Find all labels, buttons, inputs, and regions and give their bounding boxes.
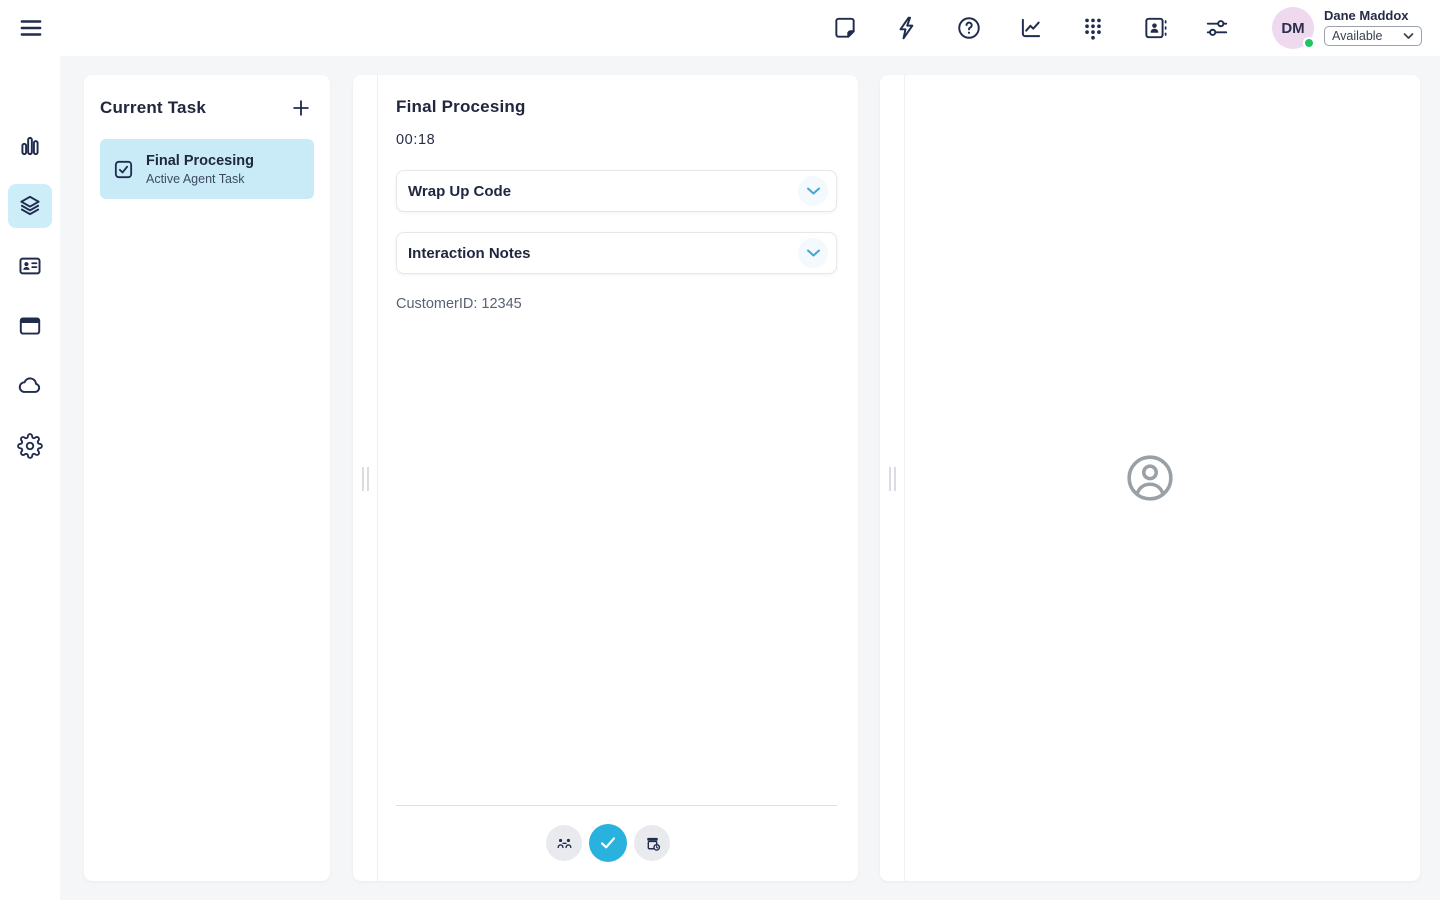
task-card-title: Final Procesing [146,152,254,170]
topbar: DM Dane Maddox Available [0,0,1440,56]
task-card-subtitle: Active Agent Task [146,172,254,186]
bar-chart-icon[interactable] [8,124,52,168]
performance-icon[interactable] [1018,15,1044,41]
work-panel: Final Procesing 00:18 Wrap Up Code Inter… [353,75,858,881]
resize-handle[interactable] [889,467,896,491]
dialpad-icon[interactable] [1080,15,1106,41]
presence-dot [1303,37,1315,49]
chevron-down-icon [1403,32,1414,40]
action-row [379,824,837,862]
wrap-up-code-accordion[interactable]: Wrap Up Code [396,170,837,212]
complete-check-icon[interactable] [589,824,627,862]
avatar-initials: DM [1281,20,1304,37]
detail-panel-gutter [880,75,905,881]
park-box-icon[interactable] [634,825,670,861]
work-panel-title: Final Procesing [396,97,526,117]
topbar-icons [832,0,1230,56]
task-timer: 00:18 [396,132,435,148]
nav-rail [0,56,60,900]
chevron-down-icon [798,238,828,268]
gear-icon[interactable] [8,424,52,468]
current-task-title: Current Task [100,98,206,118]
wrap-up-code-label: Wrap Up Code [408,183,511,200]
interaction-notes-label: Interaction Notes [408,245,531,262]
contact-card-icon[interactable] [8,244,52,288]
lightning-icon[interactable] [894,15,920,41]
current-task-panel: Current Task Final Procesing Active Agen… [84,75,330,881]
customer-id-text: CustomerID: 12345 [396,296,522,312]
status-dropdown[interactable]: Available [1324,26,1422,46]
task-checkbox-icon [112,158,135,181]
interaction-notes-accordion[interactable]: Interaction Notes [396,232,837,274]
resize-handle[interactable] [362,467,369,491]
hamburger-menu-icon[interactable] [18,15,44,41]
status-value: Available [1332,29,1383,43]
user-area: DM Dane Maddox Available [1272,5,1422,49]
person-circle-icon [1125,453,1175,503]
actions-divider [396,805,837,806]
task-list-item[interactable]: Final Procesing Active Agent Task [100,139,314,199]
avatar[interactable]: DM [1272,7,1314,49]
note-icon[interactable] [832,15,858,41]
cloud-icon[interactable] [8,364,52,408]
customer-detail-panel [880,75,1420,881]
sliders-icon[interactable] [1204,15,1230,41]
user-name: Dane Maddox [1324,8,1422,23]
contacts-icon[interactable] [1142,15,1168,41]
work-panel-gutter [353,75,378,881]
transfer-icon[interactable] [546,825,582,861]
layers-icon[interactable] [8,184,52,228]
window-icon[interactable] [8,304,52,348]
chevron-down-icon [798,176,828,206]
help-icon[interactable] [956,15,982,41]
add-task-icon[interactable] [290,97,312,119]
